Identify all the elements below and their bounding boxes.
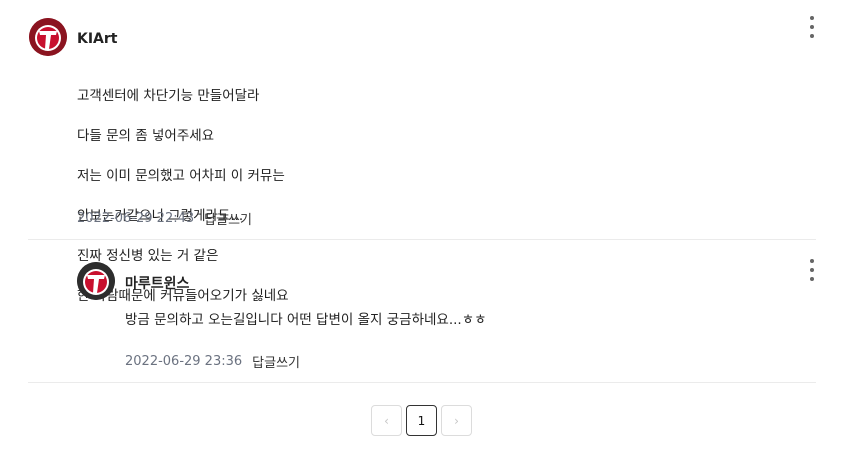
tigers-logo-icon — [29, 18, 67, 56]
prev-page-button[interactable]: ‹ — [371, 405, 402, 436]
reply-button[interactable]: 답글쓰기 — [204, 209, 252, 228]
comment-meta: 2022-06-29 23:36 답글쓰기 — [125, 352, 300, 371]
divider — [28, 382, 816, 383]
page-button-current[interactable]: 1 — [406, 405, 437, 436]
comment-body: 방금 문의하고 오는길입니다 어떤 답변이 올지 궁금하네요...ㅎㅎ — [125, 312, 487, 328]
next-page-button[interactable]: › — [441, 405, 472, 436]
pagination: ‹ 1 › — [371, 405, 472, 436]
comment-line: 고객센터에 차단기능 만들어달라 — [77, 88, 260, 104]
comment-line: 저는 이미 문의했고 어차피 이 커뮤는 — [77, 168, 285, 184]
comment-line: 다들 문의 좀 넣어주세요 — [77, 128, 215, 144]
divider — [28, 239, 816, 240]
more-options-icon[interactable] — [804, 259, 820, 281]
comment-date: 2022-06-29 22:43 — [77, 211, 195, 226]
comment-meta: 2022-06-29 22:43 답글쓰기 — [77, 209, 252, 228]
tigers-logo-icon — [77, 262, 115, 300]
avatar[interactable] — [77, 262, 115, 300]
comment-author[interactable]: KIArt — [77, 31, 118, 47]
avatar[interactable] — [29, 18, 67, 56]
comment-line: 진짜 정신병 있는 거 같은 — [77, 248, 219, 264]
comment-date: 2022-06-29 23:36 — [125, 354, 243, 369]
more-options-icon[interactable] — [804, 16, 820, 38]
comment-author[interactable]: 마루트윈스 — [125, 273, 189, 293]
reply-button[interactable]: 답글쓰기 — [252, 352, 300, 371]
